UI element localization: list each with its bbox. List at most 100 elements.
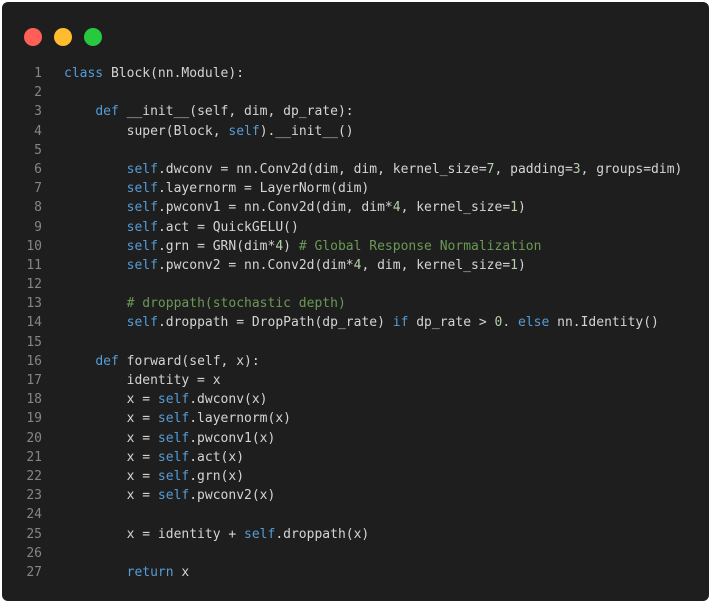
code-line: 20 x = self.pwconv1(x) — [2, 429, 709, 448]
code-line: 21 x = self.act(x) — [2, 448, 709, 467]
code-line: 23 x = self.pwconv2(x) — [2, 486, 709, 505]
number-token: 3 — [572, 161, 581, 177]
code-line: 8 self.pwconv1 = nn.Conv2d(dim, dim*4, k… — [2, 198, 709, 217]
code-token: forward(self, x): — [118, 353, 260, 369]
code-line: 4 super(Block, self).__init__() — [2, 122, 709, 141]
code-text: x = self.act(x) — [64, 448, 244, 467]
code-token: x = — [64, 449, 158, 465]
code-text: # droppath(stochastic depth) — [64, 294, 346, 313]
keyword-token: self — [157, 468, 190, 484]
keyword-token: self — [126, 257, 158, 273]
code-text: self.dwconv = nn.Conv2d(dim, dim, kernel… — [64, 160, 683, 179]
number-token: 4 — [392, 200, 401, 216]
code-token: .pwconv2(x) — [189, 488, 276, 504]
keyword-token: if — [392, 315, 409, 331]
code-token: dp_rate > — [408, 315, 495, 331]
code-line: 3 def __init__(self, dim, dp_rate): — [2, 102, 709, 121]
line-number: 5 — [34, 142, 42, 158]
line-number: 24 — [26, 507, 42, 523]
code-token: .grn = GRN(dim* — [157, 238, 276, 254]
code-token: x = — [64, 392, 158, 408]
code-line: 22 x = self.grn(x) — [2, 467, 709, 486]
code-line: 6 self.dwconv = nn.Conv2d(dim, dim, kern… — [2, 160, 709, 179]
close-dot-icon[interactable] — [24, 28, 42, 46]
code-line: 9 self.act = QuickGELU() — [2, 218, 709, 237]
line-number: 3 — [34, 104, 42, 120]
code-line: 19 x = self.layernorm(x) — [2, 409, 709, 428]
line-number: 26 — [26, 545, 42, 561]
code-line: 10 self.grn = GRN(dim*4) # Global Respon… — [2, 237, 709, 256]
number-token: 1 — [510, 257, 518, 273]
line-number: 10 — [26, 238, 42, 254]
code-line: 13 # droppath(stochastic depth) — [2, 294, 709, 313]
code-token: ) — [517, 200, 526, 216]
code-token: .droppath = DropPath(dp_rate) — [157, 315, 393, 331]
number-token: 7 — [486, 161, 495, 177]
keyword-token: self — [126, 181, 158, 197]
code-text: def __init__(self, dim, dp_rate): — [64, 102, 353, 121]
maximize-dot-icon[interactable] — [84, 28, 102, 46]
code-token: identity = x — [64, 373, 221, 388]
code-text: self.act = QuickGELU() — [64, 218, 299, 237]
line-number: 4 — [34, 123, 42, 139]
code-text: def forward(self, x): — [64, 352, 260, 371]
keyword-token: self — [244, 526, 276, 542]
code-token: .dwconv = nn.Conv2d(dim, dim, kernel_siz… — [157, 161, 487, 177]
code-text: x = identity + self.droppath(x) — [64, 525, 370, 544]
keyword-token: self — [157, 430, 190, 446]
minimize-dot-icon[interactable] — [54, 28, 72, 46]
line-number: 25 — [26, 526, 42, 542]
code-text: self.grn = GRN(dim*4) # Global Response … — [64, 237, 542, 256]
code-token: .pwconv1(x) — [189, 430, 276, 446]
keyword-token: return — [126, 564, 174, 580]
code-token: , dim, kernel_size= — [361, 257, 511, 273]
code-token: , padding= — [494, 161, 573, 177]
code-token: x = — [64, 411, 158, 427]
line-number: 8 — [34, 200, 42, 216]
line-number: 13 — [26, 296, 42, 312]
code-window: 1 class Block(nn.Module): 2 3 def __init__(… — [2, 2, 709, 601]
code-text: x = self.layernorm(x) — [64, 409, 291, 428]
line-number: 17 — [26, 373, 42, 388]
line-number: 2 — [34, 85, 42, 101]
keyword-token: self — [126, 315, 158, 331]
code-line: 16 def forward(self, x): — [2, 352, 709, 371]
line-number: 12 — [26, 277, 42, 293]
line-number: 19 — [26, 411, 42, 427]
code-line: 7 self.layernorm = LayerNorm(dim) — [2, 179, 709, 198]
keyword-token: self — [126, 161, 158, 177]
code-line: 1 class Block(nn.Module): — [2, 64, 709, 83]
line-number: 6 — [34, 161, 42, 177]
comment-token: # Global Response Normalization — [298, 238, 542, 254]
code-token: .dwconv(x) — [189, 392, 268, 408]
code-line: 15 — [2, 333, 709, 352]
code-token: .pwconv2 = nn.Conv2d(dim* — [157, 257, 354, 273]
code-token: .droppath(x) — [275, 526, 370, 542]
keyword-token: self — [157, 488, 190, 504]
keyword-token: def — [95, 353, 119, 369]
code-token: ) — [283, 238, 299, 254]
code-line: 24 — [2, 505, 709, 524]
code-line: 25 x = identity + self.droppath(x) — [2, 525, 709, 544]
code-line: 11 self.pwconv2 = nn.Conv2d(dim*4, dim, … — [2, 256, 709, 275]
line-number: 20 — [26, 430, 42, 446]
code-block: 1 class Block(nn.Module): 2 3 def __init__(… — [2, 64, 709, 582]
line-number: 23 — [26, 488, 42, 504]
number-token: 1 — [510, 200, 518, 216]
line-number: 16 — [26, 353, 42, 369]
number-token: 4 — [275, 238, 284, 254]
code-token: .act(x) — [189, 449, 245, 465]
line-number: 11 — [26, 257, 42, 273]
code-line: 27 return x — [2, 563, 709, 582]
code-token: .pwconv1 = nn.Conv2d(dim, dim* — [157, 200, 393, 216]
code-line: 14 self.droppath = DropPath(dp_rate) if … — [2, 313, 709, 332]
line-number: 1 — [34, 66, 42, 81]
line-number: 21 — [26, 449, 42, 465]
